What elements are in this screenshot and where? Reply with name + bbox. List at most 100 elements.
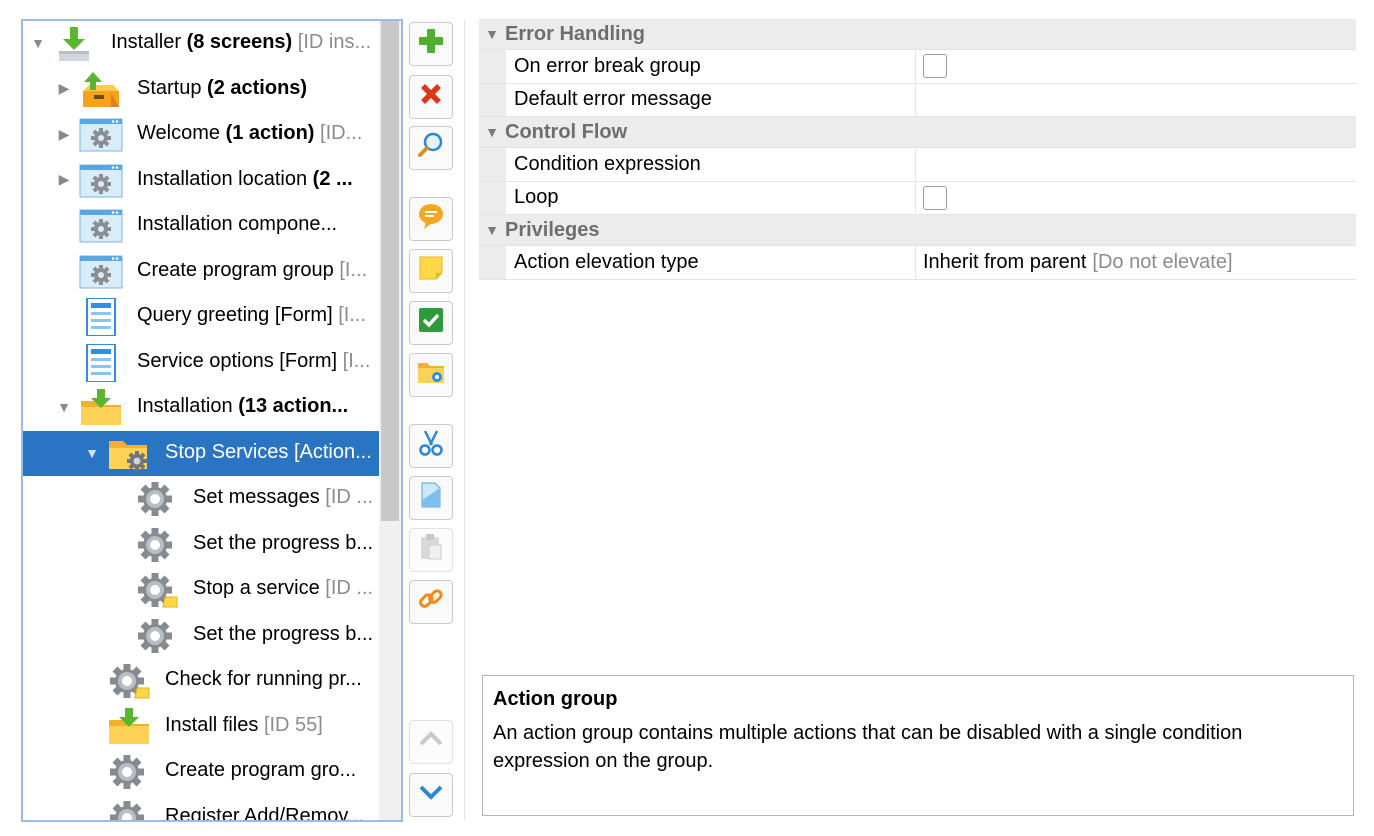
tree-item-label: Install files [ID 55] <box>165 714 375 737</box>
category-collapse-arrow-icon[interactable]: ▼ <box>479 124 505 140</box>
tree-item-count: (2 ... <box>312 167 353 190</box>
magnifier-icon <box>416 130 446 166</box>
tree-item-name: Set messages <box>193 486 320 508</box>
gear-icon <box>107 753 151 791</box>
property-category[interactable]: ▼ Privileges <box>479 215 1356 246</box>
tree-item-label: Installation location (2 ... <box>137 168 375 191</box>
installer-icon <box>53 25 97 63</box>
collapse-arrow-icon[interactable]: ▶ <box>55 171 73 189</box>
tree-item[interactable]: Set the progress b... <box>23 522 379 568</box>
property-category[interactable]: ▼ Error Handling <box>479 19 1356 50</box>
property-row[interactable]: Action elevation type Inherit from parent… <box>479 246 1356 280</box>
property-value[interactable] <box>916 182 1356 215</box>
tree-item[interactable]: Install files [ID 55] <box>23 704 379 750</box>
property-grid: ▼ Error Handling On error break group Defau… <box>479 19 1356 280</box>
folder-button[interactable] <box>409 353 453 397</box>
property-value[interactable]: Inherit from parent [Do not elevate] <box>916 246 1356 279</box>
expand-arrow-icon[interactable]: ▼ <box>55 398 73 416</box>
move-down-button[interactable] <box>409 773 453 817</box>
tree-item[interactable]: Check for running pr... <box>23 658 379 704</box>
delete-x-icon <box>416 79 446 115</box>
property-name: Action elevation type <box>506 246 916 279</box>
tree-item-name: Install files <box>165 713 259 736</box>
tree-item[interactable]: Query greeting [Form] [I... <box>23 294 379 340</box>
panel-divider[interactable] <box>464 20 465 820</box>
note-button[interactable] <box>409 249 453 293</box>
paste-button[interactable] <box>409 528 453 572</box>
tree-item[interactable]: Create program group [I... <box>23 249 379 295</box>
tree-item[interactable]: Installation compone... <box>23 203 379 249</box>
collapse-arrow-icon[interactable]: ▶ <box>55 80 73 98</box>
install-files-icon <box>107 707 151 746</box>
tree-item[interactable]: ▶ Installation location (2 ... <box>23 158 379 204</box>
property-checkbox[interactable] <box>923 54 947 79</box>
tree-item[interactable]: ▼ Stop Services [Action... <box>23 430 379 476</box>
property-row[interactable]: On error break group <box>479 50 1356 84</box>
tree-item[interactable]: ▼ Installation (13 action... <box>23 385 379 431</box>
tree-item[interactable]: ▶ Welcome (1 action) [ID... <box>23 112 379 158</box>
check-button[interactable] <box>409 301 453 345</box>
expand-arrow-icon[interactable]: ▼ <box>83 444 101 462</box>
tree-scroll-thumb[interactable] <box>381 21 399 521</box>
form-icon <box>79 297 123 337</box>
tree-item-label: Set the progress b... <box>193 532 375 555</box>
tree-item[interactable]: Create program gro... <box>23 749 379 795</box>
category-collapse-arrow-icon[interactable]: ▼ <box>479 26 505 42</box>
tree-item-id: [ID ... <box>325 577 374 599</box>
property-checkbox[interactable] <box>923 185 947 210</box>
copy-button[interactable] <box>409 476 453 520</box>
search-button[interactable] <box>409 126 453 170</box>
tree-item-label: Check for running pr... <box>165 668 375 691</box>
comment-button[interactable] <box>409 197 453 241</box>
expand-arrow-icon[interactable]: ▼ <box>29 34 47 52</box>
property-category[interactable]: ▼ Control Flow <box>479 117 1356 148</box>
add-button[interactable] <box>409 22 453 66</box>
description-text: An action group contains multiple action… <box>493 722 1243 772</box>
category-collapse-arrow-icon[interactable]: ▼ <box>479 222 505 238</box>
property-value[interactable] <box>916 84 1356 117</box>
tree-item-label: Set the progress b... <box>193 623 375 646</box>
screens-tree[interactable]: ▼ Installer (8 screens) [ID ins... ▶ Startu… <box>21 19 403 822</box>
tree-item[interactable]: Set the progress b... <box>23 613 379 659</box>
link-icon <box>416 584 446 620</box>
form-icon <box>79 342 123 383</box>
tree-item[interactable]: ▼ Installer (8 screens) [ID ins... <box>23 21 379 67</box>
tree-item-label: Installation (13 action... <box>137 395 375 418</box>
property-row[interactable]: Condition expression <box>479 148 1356 182</box>
tree-item-id: [ID ins... <box>297 31 372 53</box>
tree-item-label: Query greeting [Form] [I... <box>137 304 375 327</box>
action-toolbar <box>407 20 455 830</box>
link-button[interactable] <box>409 580 453 624</box>
screen-icon <box>79 253 123 291</box>
tree-item[interactable]: Set messages [ID ... <box>23 476 379 522</box>
tree-item[interactable]: Service options [Form] [I... <box>23 340 379 386</box>
tree-item-name: Service options [Form] <box>137 349 338 372</box>
move-up-button[interactable] <box>409 720 453 764</box>
tree-item-name: Check for running pr... <box>165 668 362 690</box>
tree-item-label: Service options [Form] [I... <box>137 350 375 373</box>
tree-item[interactable]: Register Add/Remov... <box>23 795 379 821</box>
description-title: Action group <box>493 688 618 710</box>
property-name: On error break group <box>506 50 916 83</box>
tree-item-label: Register Add/Remov... <box>165 805 375 821</box>
tree-item-name: Installation <box>137 395 233 417</box>
property-value[interactable] <box>916 148 1356 181</box>
tree-item-name: Welcome <box>137 122 220 144</box>
property-row[interactable]: Default error message <box>479 83 1356 117</box>
tree-item[interactable]: ▶ Startup (2 actions) <box>23 67 379 113</box>
property-gutter <box>479 83 506 116</box>
tree-scrollbar[interactable] <box>379 21 401 820</box>
chevron-down-icon <box>416 777 446 813</box>
tree-item[interactable]: Stop a service [ID ... <box>23 567 379 613</box>
collapse-arrow-icon[interactable]: ▶ <box>55 125 73 143</box>
delete-button[interactable] <box>409 75 453 119</box>
property-value[interactable] <box>916 50 1356 83</box>
tree-item-name: Installation compone... <box>137 213 338 235</box>
tree-item-label: Create program group [I... <box>137 259 375 282</box>
tree-item-name: Stop Services [Action... <box>165 440 372 463</box>
tree-item-id: [I... <box>338 304 366 326</box>
comment-icon <box>416 201 446 237</box>
gear-icon <box>135 480 179 518</box>
cut-button[interactable] <box>409 424 453 468</box>
property-row[interactable]: Loop <box>479 181 1356 215</box>
